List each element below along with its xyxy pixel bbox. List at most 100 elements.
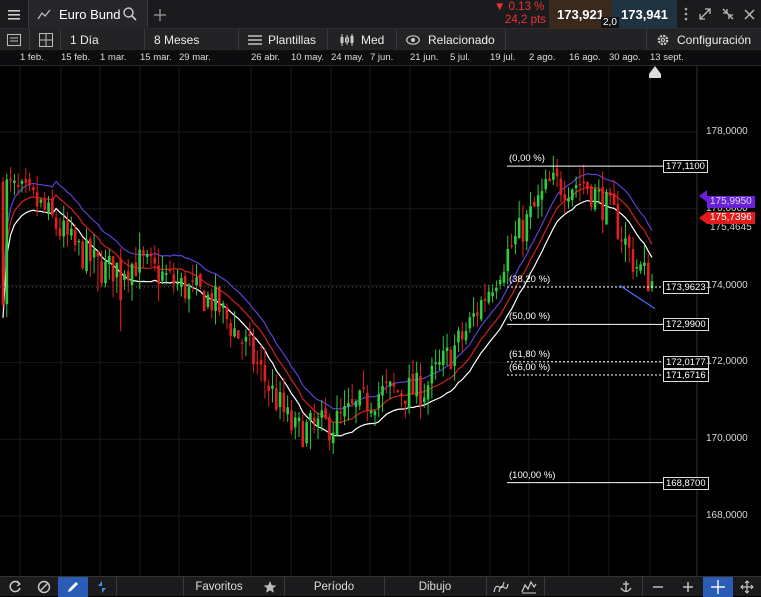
candle-body bbox=[491, 292, 494, 297]
candle-body bbox=[274, 388, 278, 410]
candle-body bbox=[487, 291, 491, 303]
favorites-button[interactable]: Favoritos bbox=[184, 577, 254, 597]
candle-body bbox=[457, 330, 460, 343]
range-dropdown[interactable]: 8 Meses bbox=[154, 29, 199, 51]
add-tab-icon[interactable] bbox=[152, 7, 168, 23]
settings-button[interactable]: Configuración bbox=[656, 29, 751, 51]
candle-body bbox=[255, 362, 259, 364]
timeframe-dropdown[interactable]: 1 Día bbox=[70, 29, 99, 51]
candle-body bbox=[126, 271, 130, 281]
price-type-button[interactable]: Med bbox=[339, 29, 384, 51]
hamburger-menu-icon[interactable] bbox=[0, 0, 28, 29]
pencil-button[interactable] bbox=[58, 577, 88, 597]
line-chart-icon bbox=[37, 8, 51, 20]
expand-window-icon[interactable] bbox=[698, 7, 712, 21]
candle-body bbox=[47, 202, 50, 215]
sort-button[interactable] bbox=[88, 577, 116, 597]
candle-body bbox=[385, 381, 388, 384]
candle-body bbox=[172, 274, 176, 285]
candle-body bbox=[529, 206, 532, 218]
crosshair-button[interactable] bbox=[703, 577, 733, 597]
no-entry-button[interactable] bbox=[30, 577, 58, 597]
instrument-tab[interactable]: Euro Bund bbox=[29, 0, 147, 29]
settings-label: Configuración bbox=[677, 33, 752, 47]
current-date-marker-base bbox=[649, 74, 661, 78]
candle-body bbox=[536, 195, 540, 207]
candle-body bbox=[608, 192, 612, 196]
templates-button[interactable]: Plantillas bbox=[248, 29, 316, 51]
price-chart[interactable] bbox=[0, 66, 761, 576]
drawing-button[interactable]: Dibujo bbox=[384, 577, 486, 597]
candle-body bbox=[164, 273, 168, 275]
current-date-marker-icon bbox=[649, 66, 661, 74]
blue-tag-pointer bbox=[699, 190, 707, 202]
crosshair-icon bbox=[711, 580, 725, 594]
shrink-window-icon[interactable] bbox=[721, 7, 735, 21]
candle-body bbox=[134, 262, 138, 277]
close-icon[interactable] bbox=[742, 7, 756, 21]
candle-body bbox=[66, 220, 69, 235]
candle-body bbox=[472, 313, 475, 317]
date-timeline: 1 feb. 15 feb. 1 mar. 15 mar. 29 mar. 26 abr.… bbox=[0, 51, 761, 66]
candle-body bbox=[305, 422, 308, 444]
ask-price-button[interactable]: 173,941 bbox=[612, 0, 677, 29]
candlestick-icon bbox=[339, 33, 355, 47]
window-menu-icon[interactable] bbox=[679, 6, 693, 22]
red-tag-pointer bbox=[699, 212, 707, 224]
move-button[interactable] bbox=[734, 577, 760, 597]
panel-toggle-icon[interactable] bbox=[6, 33, 22, 47]
candle-body bbox=[347, 402, 350, 407]
candle-body bbox=[62, 220, 66, 237]
zoom-in-button[interactable] bbox=[674, 577, 702, 597]
change-percent: ▼ 0.13 % bbox=[494, 1, 545, 13]
candle-body bbox=[199, 273, 202, 288]
indicator-button[interactable] bbox=[488, 577, 514, 597]
candle-body bbox=[104, 261, 107, 284]
refresh-button[interactable] bbox=[0, 577, 30, 597]
candle-body bbox=[335, 410, 339, 436]
candle-body bbox=[149, 253, 153, 257]
candle-body bbox=[138, 249, 141, 273]
candle-body bbox=[533, 201, 536, 207]
candle-body bbox=[502, 271, 506, 283]
candle-body bbox=[453, 345, 456, 367]
candle-body bbox=[96, 251, 100, 257]
timeline-date-label: 7 jun. bbox=[370, 52, 394, 63]
candle-body bbox=[559, 178, 563, 195]
candle-body bbox=[331, 432, 335, 444]
instrument-name: Euro Bund bbox=[59, 7, 121, 22]
study-button[interactable] bbox=[516, 577, 542, 597]
candle-body bbox=[552, 172, 555, 180]
candle-body bbox=[1, 181, 5, 305]
candle-body bbox=[366, 392, 369, 412]
candle-body bbox=[282, 392, 286, 413]
layout-grid-icon[interactable] bbox=[38, 33, 54, 47]
search-icon[interactable] bbox=[123, 7, 137, 21]
candle-body bbox=[438, 361, 441, 365]
anchor-icon bbox=[620, 581, 632, 593]
candle-body bbox=[567, 197, 570, 202]
related-button[interactable]: Relacionado bbox=[406, 29, 495, 51]
candle-body bbox=[354, 401, 358, 407]
timeline-date-label: 21 jun. bbox=[410, 52, 439, 63]
candle-body bbox=[589, 185, 593, 207]
anchor-button[interactable] bbox=[612, 577, 640, 597]
candle-body bbox=[218, 286, 221, 313]
candle-body bbox=[593, 188, 597, 210]
candle-body bbox=[309, 412, 312, 421]
candle-body bbox=[377, 394, 381, 409]
candle-body bbox=[278, 392, 282, 407]
price-type-label: Med bbox=[361, 33, 385, 47]
candle-body bbox=[13, 180, 16, 184]
timeline-date-label: 29 mar. bbox=[179, 52, 211, 63]
candle-body bbox=[578, 183, 582, 186]
candle-body bbox=[119, 258, 122, 301]
candle-body bbox=[16, 184, 20, 187]
candle-body bbox=[229, 323, 233, 337]
candle-body bbox=[301, 421, 305, 448]
zoom-out-button[interactable] bbox=[644, 577, 672, 597]
period-button[interactable]: Período bbox=[284, 577, 384, 597]
star-button[interactable] bbox=[256, 577, 284, 597]
candle-body bbox=[627, 236, 631, 248]
candle-body bbox=[510, 245, 513, 247]
